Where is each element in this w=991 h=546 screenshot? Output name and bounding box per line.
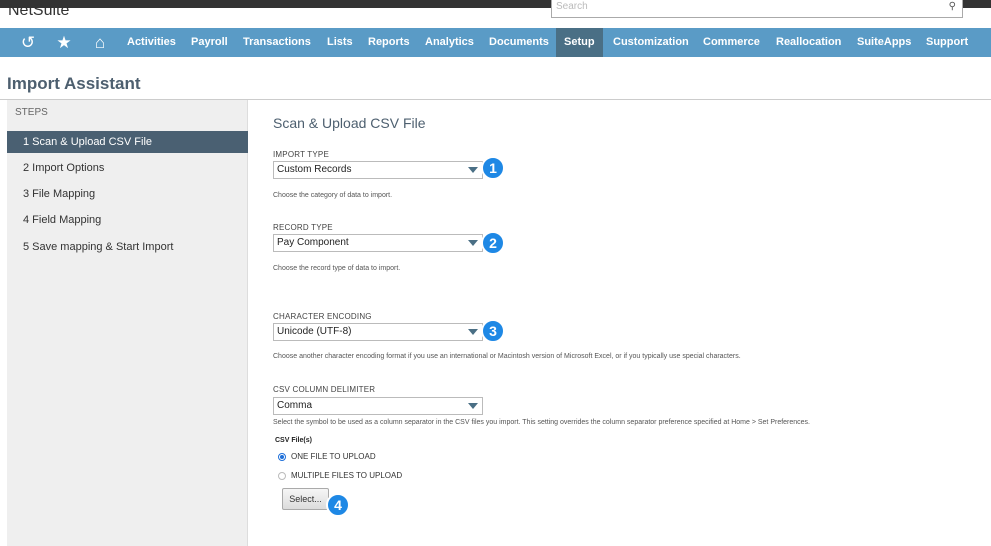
global-search-input[interactable]: Search ⚲ [551,0,963,18]
nav-lists[interactable]: Lists [319,28,361,57]
callout-badge-4: 4 [326,493,350,517]
select-file-button[interactable]: Select... [282,488,329,510]
record-type-help: Choose the record type of data to import… [273,265,401,272]
nav-transactions[interactable]: Transactions [235,28,319,57]
step-scan-upload[interactable]: 1 Scan & Upload CSV File [7,131,248,153]
nav-reports[interactable]: Reports [360,28,418,57]
top-bar: NetSuite Search ⚲ [0,0,991,28]
chevron-down-icon[interactable] [468,329,478,335]
main-content: Scan & Upload CSV File IMPORT TYPE Custo… [249,100,991,546]
nav-documents[interactable]: Documents [481,28,557,57]
chevron-down-icon[interactable] [468,403,478,409]
recent-icon[interactable]: ↺ [13,28,43,57]
delimiter-help: Select the symbol to be used as a column… [273,419,811,426]
star-icon[interactable]: ★ [49,28,79,57]
import-type-select[interactable]: Custom Records [273,161,483,179]
record-type-label: RECORD TYPE [273,223,333,232]
radio-unselected[interactable] [278,472,286,480]
nav-setup[interactable]: Setup [556,28,603,57]
nav-analytics[interactable]: Analytics [417,28,482,57]
section-heading: Scan & Upload CSV File [273,115,426,131]
nav-suiteapps[interactable]: SuiteApps [849,28,919,57]
nav-activities[interactable]: Activities [119,28,184,57]
search-icon[interactable]: ⚲ [949,1,956,12]
main-nav: ↺ ★ ⌂ Activities Payroll Transactions Li… [0,28,991,57]
chevron-down-icon[interactable] [468,167,478,173]
import-type-label: IMPORT TYPE [273,150,329,159]
callout-badge-2: 2 [481,231,505,255]
step-import-options[interactable]: 2 Import Options [7,157,248,179]
encoding-help: Choose another character encoding format… [273,353,741,360]
step-save-start-import[interactable]: 5 Save mapping & Start Import [7,236,248,258]
page-title: Import Assistant [7,74,141,93]
home-icon[interactable]: ⌂ [85,28,115,57]
record-type-select[interactable]: Pay Component [273,234,483,252]
steps-sidebar: STEPS 1 Scan & Upload CSV File 2 Import … [7,100,248,546]
delimiter-value: Comma [277,400,313,411]
callout-badge-3: 3 [481,319,505,343]
nav-payroll[interactable]: Payroll [183,28,236,57]
encoding-value: Unicode (UTF-8) [277,326,352,337]
record-type-value: Pay Component [277,237,349,248]
csv-files-label: CSV File(s) [275,437,312,444]
steps-heading: STEPS [15,107,48,118]
radio-selected[interactable] [278,453,286,461]
nav-support[interactable]: Support [918,28,976,57]
delimiter-select[interactable]: Comma [273,397,483,415]
step-field-mapping[interactable]: 4 Field Mapping [7,209,248,231]
import-type-help: Choose the category of data to import. [273,192,393,199]
import-type-value: Custom Records [277,164,352,175]
encoding-label: CHARACTER ENCODING [273,312,372,321]
encoding-select[interactable]: Unicode (UTF-8) [273,323,483,341]
search-placeholder: Search [556,1,588,12]
multiple-files-label: MULTIPLE FILES TO UPLOAD [291,471,403,480]
nav-customization[interactable]: Customization [605,28,697,57]
netsuite-logo[interactable]: NetSuite [8,2,69,20]
chevron-down-icon[interactable] [468,240,478,246]
one-file-label: ONE FILE TO UPLOAD [291,452,376,461]
delimiter-label: CSV COLUMN DELIMITER [273,385,376,394]
callout-badge-1: 1 [481,156,505,180]
nav-commerce[interactable]: Commerce [695,28,768,57]
step-file-mapping[interactable]: 3 File Mapping [7,183,248,205]
nav-reallocation[interactable]: Reallocation [768,28,849,57]
